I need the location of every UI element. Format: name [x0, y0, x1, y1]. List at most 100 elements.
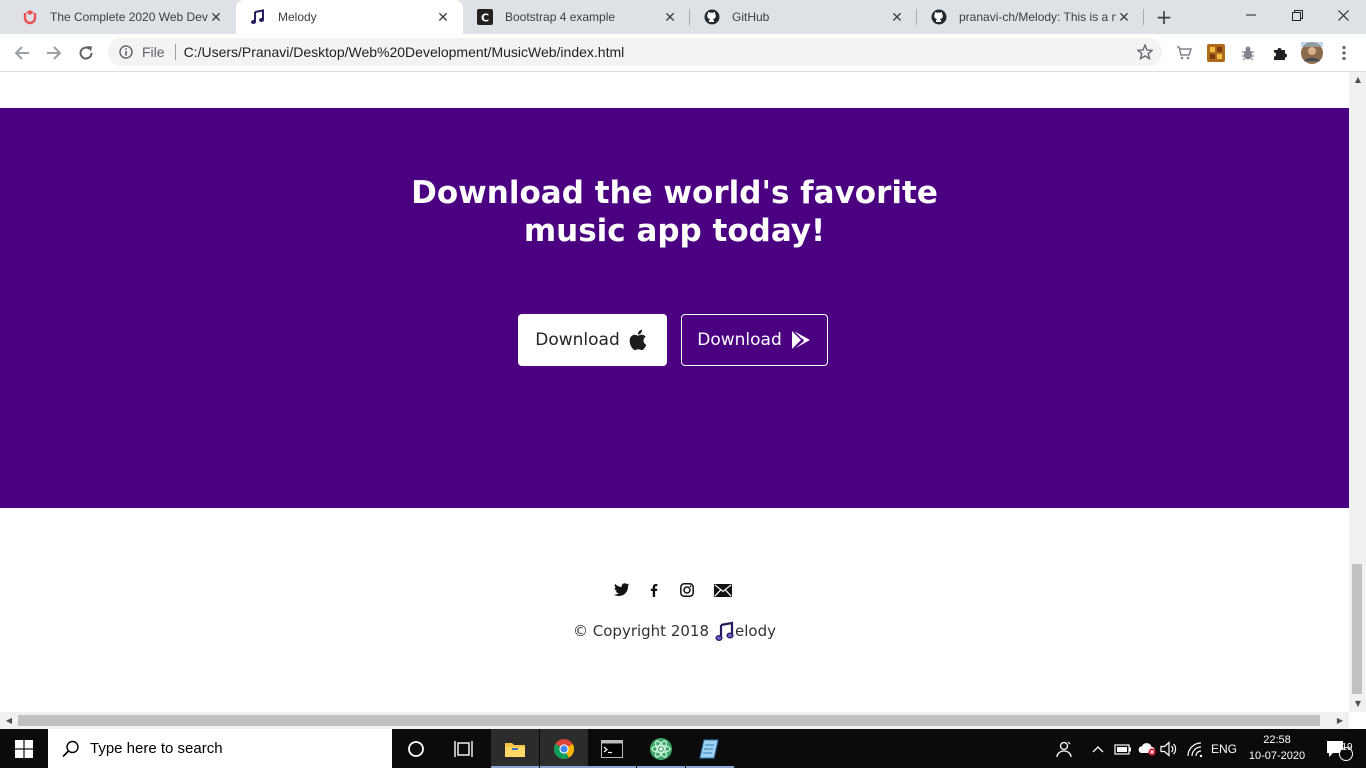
tab-github-repo[interactable]: pranavi-ch/Melody: This is a m ✕: [917, 0, 1144, 34]
people-icon: [1056, 741, 1072, 757]
github-icon: [931, 9, 947, 25]
arrow-right-icon: [47, 46, 62, 60]
chrome-taskbar-button[interactable]: [540, 729, 588, 768]
profile-avatar[interactable]: [1300, 41, 1324, 65]
info-icon[interactable]: [118, 44, 134, 60]
facebook-icon: [650, 583, 658, 597]
taskbar-search-box[interactable]: Type here to search: [48, 729, 392, 768]
language-indicator[interactable]: ENG: [1208, 729, 1240, 768]
copyright-text: © Copyright 2018: [573, 622, 710, 640]
bug-extension-icon[interactable]: [1238, 43, 1258, 63]
people-button[interactable]: [1052, 729, 1076, 768]
download-apple-button[interactable]: Download: [518, 314, 667, 366]
network-button[interactable]: [1184, 729, 1206, 768]
tab-title: Melody: [278, 10, 317, 24]
restore-button[interactable]: [1274, 0, 1320, 30]
close-icon[interactable]: ✕: [1116, 9, 1132, 25]
file-explorer-taskbar-button[interactable]: [491, 729, 539, 768]
facebook-link[interactable]: [648, 580, 660, 600]
wifi-icon: [1187, 741, 1203, 757]
github-icon: [704, 9, 720, 25]
battery-icon: [1114, 743, 1131, 755]
email-link[interactable]: [712, 580, 734, 600]
footer-copyright: © Copyright 2018 elody: [0, 621, 1349, 641]
clock-time: 22:58: [1263, 734, 1291, 746]
cta-heading: Download the world's favorite music app …: [0, 174, 1349, 250]
download-apple-label: Download: [535, 330, 620, 350]
kebab-menu-icon[interactable]: [1334, 43, 1354, 63]
reload-button[interactable]: [73, 40, 99, 66]
scroll-down-arrow-icon[interactable]: ▼: [1351, 696, 1365, 710]
vertical-scrollbar[interactable]: ▲ ▼: [1349, 72, 1366, 712]
twitter-icon: [614, 583, 630, 596]
windows-taskbar: Type here to search ENG 22:58 10-07-2020…: [0, 729, 1366, 768]
onedrive-button[interactable]: [1136, 729, 1158, 768]
back-button[interactable]: [9, 40, 35, 66]
scroll-left-arrow-icon[interactable]: ◀: [2, 713, 16, 727]
tab-github[interactable]: GitHub ✕: [690, 0, 917, 34]
start-button[interactable]: [0, 729, 48, 768]
notepad-icon: [699, 739, 719, 758]
codeply-icon: C: [477, 9, 493, 25]
task-view-icon: [454, 740, 473, 757]
scheme-label: File: [142, 44, 176, 60]
twitter-link[interactable]: [613, 580, 631, 600]
show-hidden-icons-button[interactable]: [1088, 729, 1108, 768]
new-tab-button[interactable]: +: [1152, 5, 1176, 29]
brand-logo: elody: [715, 621, 776, 641]
clock-date: 10-07-2020: [1248, 750, 1306, 762]
search-icon: [62, 740, 80, 758]
tab-title: pranavi-ch/Melody: This is a m: [959, 10, 1116, 24]
tab-title: GitHub: [732, 10, 770, 24]
url-text[interactable]: C:/Users/Pranavi/Desktop/Web%20Developme…: [184, 44, 625, 60]
download-google-play-button[interactable]: Download: [681, 314, 828, 366]
horizontal-scroll-thumb[interactable]: [18, 715, 1320, 726]
brand-suffix: elody: [735, 622, 776, 640]
notification-count: 19: [1341, 742, 1353, 753]
tab-udemy[interactable]: The Complete 2020 Web Devel ✕: [8, 0, 236, 34]
cloud-error-icon: [1138, 742, 1156, 756]
notepad-taskbar-button[interactable]: [686, 729, 734, 768]
clock[interactable]: 22:58 10-07-2020: [1248, 732, 1306, 764]
music-note-icon: [250, 9, 266, 25]
address-bar[interactable]: File C:/Users/Pranavi/Desktop/Web%20Deve…: [108, 38, 1162, 66]
music-note-icon: [715, 621, 734, 641]
terminal-taskbar-button[interactable]: [588, 729, 636, 768]
arrow-left-icon: [14, 46, 29, 60]
instagram-link[interactable]: [678, 580, 696, 600]
close-icon[interactable]: ✕: [889, 9, 905, 25]
chrome-icon: [553, 738, 575, 759]
scroll-up-arrow-icon[interactable]: ▲: [1351, 72, 1365, 86]
horizontal-scrollbar[interactable]: ◀ ▶: [0, 712, 1349, 729]
close-icon[interactable]: ✕: [662, 9, 678, 25]
tab-bootstrap[interactable]: C Bootstrap 4 example ✕: [463, 0, 690, 34]
close-window-button[interactable]: [1320, 0, 1366, 30]
windows-logo-icon: [15, 739, 33, 758]
close-icon[interactable]: ✕: [208, 9, 224, 25]
cortana-button[interactable]: [392, 729, 440, 768]
action-center-button[interactable]: 19: [1318, 729, 1358, 768]
tab-melody[interactable]: Melody ✕: [236, 0, 463, 34]
atom-taskbar-button[interactable]: [637, 729, 685, 768]
cortana-circle-icon: [408, 740, 424, 757]
browser-toolbar: File C:/Users/Pranavi/Desktop/Web%20Deve…: [0, 34, 1366, 72]
browser-tab-strip: The Complete 2020 Web Devel ✕ Melody ✕ C…: [0, 0, 1366, 34]
svg-text:C: C: [481, 12, 489, 25]
vertical-scroll-thumb[interactable]: [1352, 564, 1362, 694]
forward-button[interactable]: [41, 40, 67, 66]
bookmark-star-icon[interactable]: [1136, 43, 1154, 61]
speaker-icon: [1160, 740, 1177, 757]
volume-button[interactable]: [1158, 729, 1180, 768]
close-icon[interactable]: ✕: [435, 9, 451, 25]
task-view-button[interactable]: [440, 729, 488, 768]
tab-title: The Complete 2020 Web Devel: [50, 10, 208, 24]
apple-icon: [628, 329, 650, 351]
game-extension-icon[interactable]: [1206, 43, 1226, 63]
cart-extension-icon[interactable]: [1174, 43, 1194, 63]
minimize-button[interactable]: [1228, 0, 1274, 30]
puzzle-extensions-icon[interactable]: [1270, 43, 1290, 63]
download-play-label: Download: [697, 330, 782, 350]
battery-button[interactable]: [1112, 729, 1134, 768]
download-cta-section: Download the world's favorite music app …: [0, 108, 1349, 508]
scroll-right-arrow-icon[interactable]: ▶: [1333, 713, 1347, 727]
